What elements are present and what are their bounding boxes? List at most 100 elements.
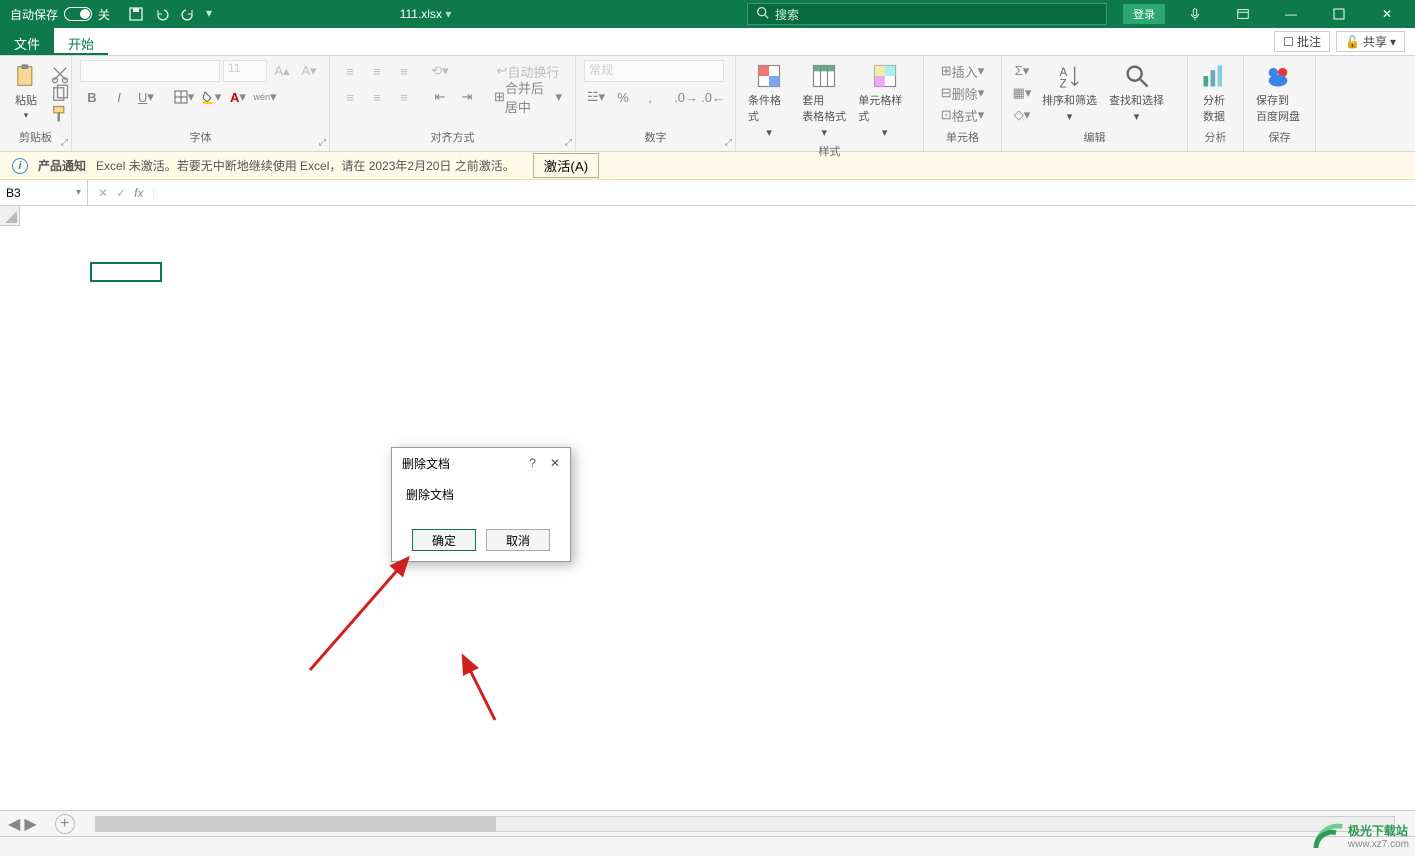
format-cells-button[interactable]: ⊡ 格式 ▾ bbox=[932, 104, 993, 126]
delete-cells-button[interactable]: ⊟ 删除 ▾ bbox=[932, 82, 993, 104]
indent-increase-icon[interactable]: ⇥ bbox=[455, 86, 479, 108]
percent-icon[interactable]: % bbox=[611, 86, 635, 108]
underline-icon[interactable]: U▾ bbox=[134, 86, 158, 108]
menu-tabs: 文件 开始 ☐ 批注 🔓 共享 ▾ bbox=[0, 28, 1415, 56]
redo-icon[interactable] bbox=[180, 6, 196, 22]
font-name-select[interactable] bbox=[80, 60, 220, 82]
clear-icon[interactable]: ◇▾ bbox=[1010, 104, 1034, 126]
help-icon[interactable]: ? bbox=[529, 456, 536, 470]
filename: 111.xlsx ▾ bbox=[120, 7, 731, 21]
number-format-select[interactable]: 常规 bbox=[584, 60, 724, 82]
undo-icon[interactable] bbox=[154, 6, 170, 22]
fill-icon[interactable]: ▦▾ bbox=[1010, 82, 1034, 104]
autosum-icon[interactable]: Σ▾ bbox=[1010, 60, 1034, 82]
align-top-icon[interactable]: ≡ bbox=[338, 60, 362, 82]
active-cell-outline bbox=[90, 262, 162, 282]
font-color-icon[interactable]: A▾ bbox=[226, 86, 250, 108]
group-label-cells: 单元格 bbox=[932, 127, 993, 147]
autosave-toggle[interactable]: 自动保存 关 bbox=[0, 6, 120, 23]
enter-formula-icon[interactable]: ✓ bbox=[116, 186, 126, 200]
orientation-icon[interactable]: ⟲▾ bbox=[428, 60, 452, 82]
ok-button[interactable]: 确定 bbox=[412, 529, 476, 551]
sheet-nav-next-icon[interactable]: ▶ bbox=[24, 814, 36, 834]
cancel-formula-icon[interactable]: ✕ bbox=[98, 186, 108, 200]
dialog-heading: 删除文档 bbox=[406, 486, 556, 503]
dialog-launcher-icon[interactable]: ⤢ bbox=[319, 137, 326, 148]
horizontal-scrollbar[interactable] bbox=[95, 816, 1395, 832]
conditional-format-button[interactable]: 条件格式▾ bbox=[744, 60, 794, 141]
sheet-nav-prev-icon[interactable]: ◀ bbox=[8, 814, 20, 834]
cut-icon[interactable] bbox=[50, 64, 70, 82]
activate-button[interactable]: 激活(A) bbox=[533, 153, 599, 178]
group-label-save: 保存 bbox=[1252, 127, 1307, 147]
sort-filter-button[interactable]: AZ排序和筛选▾ bbox=[1038, 60, 1101, 127]
search-icon bbox=[756, 6, 769, 22]
titlebar: 自动保存 关 ▾ 111.xlsx ▾ 搜索 登录 — ✕ bbox=[0, 0, 1415, 28]
insert-cells-button[interactable]: ⊞ 插入 ▾ bbox=[932, 60, 993, 82]
align-right-icon[interactable]: ≡ bbox=[392, 86, 416, 108]
format-painter-icon[interactable] bbox=[50, 104, 70, 122]
add-sheet-button[interactable]: + bbox=[55, 814, 75, 834]
group-label-clipboard: 剪贴板 bbox=[8, 127, 63, 147]
comments-button[interactable]: ☐ 批注 bbox=[1274, 31, 1330, 52]
wrap-text-button[interactable]: ↩ 自动换行 bbox=[489, 60, 567, 82]
increase-decimal-icon[interactable]: .0→ bbox=[674, 86, 698, 108]
title-right: 登录 — ✕ bbox=[1123, 0, 1415, 28]
table-format-button[interactable]: 套用 表格格式▾ bbox=[798, 60, 850, 141]
watermark: 极光下载站 www.xz7.com bbox=[1312, 820, 1409, 852]
find-select-button[interactable]: 查找和选择▾ bbox=[1105, 60, 1168, 127]
maximize-icon[interactable] bbox=[1321, 0, 1357, 28]
comma-icon[interactable]: , bbox=[638, 86, 662, 108]
save-icon[interactable] bbox=[128, 6, 144, 22]
align-left-icon[interactable]: ≡ bbox=[338, 86, 362, 108]
spreadsheet-grid[interactable] bbox=[0, 206, 1415, 788]
bold-icon[interactable]: B bbox=[80, 86, 104, 108]
align-middle-icon[interactable]: ≡ bbox=[365, 60, 389, 82]
tab-开始[interactable]: 开始 bbox=[54, 28, 108, 55]
dialog-launcher-icon[interactable]: ⤢ bbox=[725, 137, 732, 148]
select-all-button[interactable] bbox=[0, 206, 20, 226]
cancel-button[interactable]: 取消 bbox=[486, 529, 550, 551]
login-button[interactable]: 登录 bbox=[1123, 4, 1165, 24]
fx-icon[interactable]: fx bbox=[134, 186, 143, 200]
close-icon[interactable]: ✕ bbox=[1369, 0, 1405, 28]
paste-button[interactable]: 粘贴▾ bbox=[8, 60, 44, 127]
ribbon: 粘贴▾ 剪贴板 ⤢ 11 A▴ A▾ B I U▾ ▾ bbox=[0, 56, 1415, 152]
decrease-font-icon[interactable]: A▾ bbox=[297, 60, 321, 82]
notice-title: 产品通知 bbox=[38, 157, 86, 174]
search-box[interactable]: 搜索 bbox=[747, 3, 1107, 25]
ribbon-mode-icon[interactable] bbox=[1225, 0, 1261, 28]
copy-icon[interactable] bbox=[50, 84, 70, 102]
analyze-data-button[interactable]: 分析 数据 bbox=[1196, 60, 1232, 127]
phonetic-icon[interactable]: wén▾ bbox=[253, 86, 277, 108]
info-icon: i bbox=[12, 158, 28, 174]
decrease-decimal-icon[interactable]: .0← bbox=[701, 86, 725, 108]
close-icon[interactable]: ✕ bbox=[550, 456, 560, 470]
search-placeholder: 搜索 bbox=[775, 6, 799, 23]
toggle-switch[interactable] bbox=[64, 7, 92, 21]
group-label-edit: 编辑 bbox=[1010, 127, 1179, 147]
formula-bar: B3▾ ✕ ✓ fx bbox=[0, 180, 1415, 206]
dialog-launcher-icon[interactable]: ⤢ bbox=[565, 137, 572, 148]
share-button[interactable]: 🔓 共享 ▾ bbox=[1336, 31, 1405, 52]
merge-center-button[interactable]: ⊞ 合并后居中 ▾ bbox=[489, 86, 567, 108]
mic-icon[interactable] bbox=[1177, 0, 1213, 28]
cell-style-button[interactable]: 单元格样式▾ bbox=[854, 60, 915, 141]
autosave-label: 自动保存 bbox=[10, 6, 58, 23]
tab-file[interactable]: 文件 bbox=[0, 28, 54, 55]
indent-decrease-icon[interactable]: ⇤ bbox=[428, 86, 452, 108]
save-baidu-button[interactable]: 保存到 百度网盘 bbox=[1252, 60, 1304, 127]
align-bottom-icon[interactable]: ≡ bbox=[392, 60, 416, 82]
group-label-align: 对齐方式 bbox=[338, 127, 567, 147]
minimize-icon[interactable]: — bbox=[1273, 0, 1309, 28]
border-icon[interactable]: ▾ bbox=[172, 86, 196, 108]
font-size-select[interactable]: 11 bbox=[223, 60, 267, 82]
sheet-tab-bar: ◀ ▶ + bbox=[0, 810, 1415, 836]
fill-color-icon[interactable]: ▾ bbox=[199, 86, 223, 108]
increase-font-icon[interactable]: A▴ bbox=[270, 60, 294, 82]
italic-icon[interactable]: I bbox=[107, 86, 131, 108]
dialog-launcher-icon[interactable]: ⤢ bbox=[61, 137, 68, 148]
accounting-icon[interactable]: ☳▾ bbox=[584, 86, 608, 108]
name-box[interactable]: B3▾ bbox=[0, 180, 88, 205]
align-center-icon[interactable]: ≡ bbox=[365, 86, 389, 108]
